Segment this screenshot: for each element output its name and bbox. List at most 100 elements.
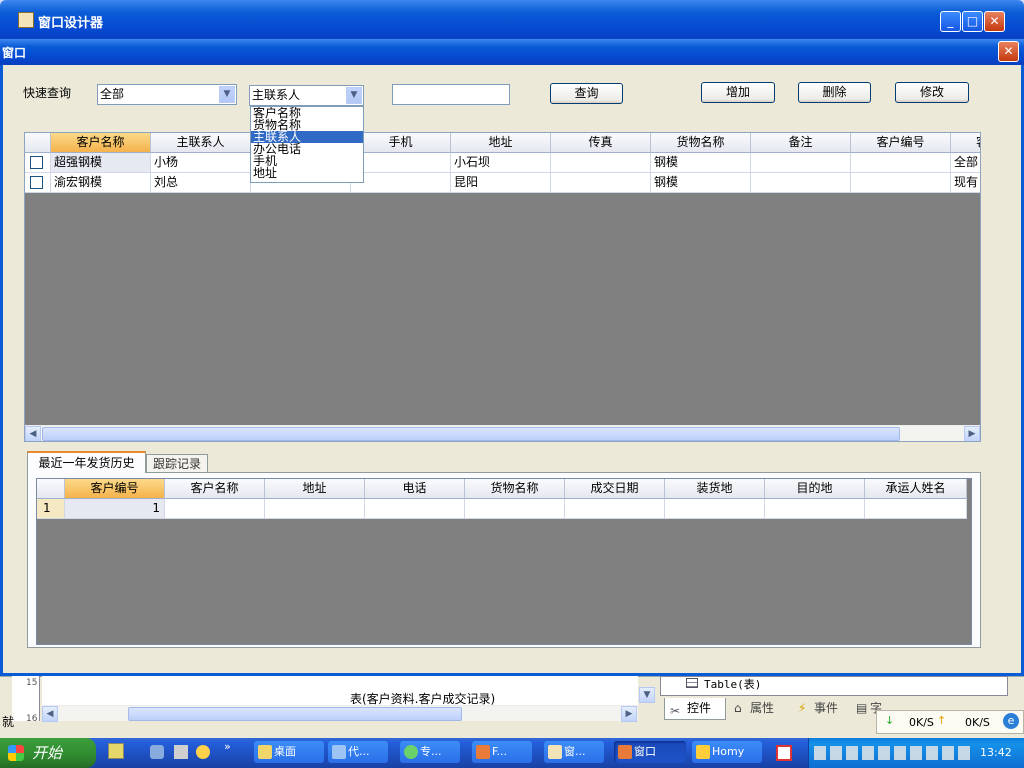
table-cell[interactable]: [665, 499, 765, 519]
table-cell[interactable]: 1: [65, 499, 165, 519]
scroll-right-button[interactable]: ▶: [964, 426, 980, 441]
table-cell[interactable]: [751, 153, 851, 173]
taskbar-item[interactable]: 窗...: [544, 741, 604, 763]
table-cell[interactable]: [265, 499, 365, 519]
table-cell[interactable]: 全部: [951, 153, 980, 173]
horizontal-scrollbar[interactable]: ◀ ▶: [25, 425, 980, 441]
table-cell[interactable]: [351, 173, 451, 193]
quicklaunch-icon[interactable]: [150, 745, 164, 759]
column-header[interactable]: 装货地: [665, 479, 765, 499]
delete-button[interactable]: 删除: [798, 82, 871, 103]
tab-tracking-records[interactable]: 跟踪记录: [146, 454, 208, 473]
column-header[interactable]: 手机: [351, 133, 451, 153]
quicklaunch-icon[interactable]: [108, 743, 124, 759]
dialog-close-button[interactable]: ✕: [998, 41, 1019, 62]
column-header[interactable]: 地址: [265, 479, 365, 499]
table-cell[interactable]: 刘总: [151, 173, 251, 193]
tab-properties[interactable]: ⌂ 属性: [730, 698, 790, 720]
canvas-scroll-down[interactable]: ▼: [639, 687, 655, 703]
tab-controls[interactable]: ✂ 控件: [664, 698, 726, 720]
table-cell[interactable]: [565, 499, 665, 519]
search-input[interactable]: [392, 84, 510, 105]
main-grid[interactable]: 客户名称 主联系人 手机 地址 传真 货物名称 备注 客户编号 客 超强钢模 小…: [24, 132, 981, 442]
column-header[interactable]: 备注: [751, 133, 851, 153]
scroll-left-button[interactable]: ◀: [42, 706, 58, 722]
scope-select[interactable]: 全部 ▼: [97, 84, 237, 105]
column-header[interactable]: 目的地: [765, 479, 865, 499]
field-dropdown-list[interactable]: 客户名称 货物名称 主联系人 办公电话 手机 地址: [250, 106, 364, 183]
field-select[interactable]: 主联系人 ▼: [249, 85, 364, 106]
select-all-corner[interactable]: [37, 479, 65, 499]
table-cell[interactable]: [365, 499, 465, 519]
column-header[interactable]: 客户名称: [51, 133, 151, 153]
taskbar-item[interactable]: 代...: [328, 741, 388, 763]
table-cell[interactable]: [165, 499, 265, 519]
column-header[interactable]: 成交日期: [565, 479, 665, 499]
add-button[interactable]: 增加: [701, 82, 775, 103]
tree-item-table[interactable]: Table(表): [704, 676, 761, 692]
query-button[interactable]: 查询: [550, 83, 623, 104]
table-cell[interactable]: [351, 153, 451, 173]
row-number[interactable]: 1: [37, 499, 65, 519]
table-cell[interactable]: 渝宏钢模: [51, 173, 151, 193]
taskbar-item[interactable]: F...: [472, 741, 532, 763]
row-checkbox-cell[interactable]: [25, 153, 51, 173]
canvas-hscrollbar[interactable]: ◀ ▶: [42, 705, 638, 722]
row-checkbox-cell[interactable]: [25, 173, 51, 193]
column-header[interactable]: 地址: [451, 133, 551, 153]
scroll-left-button[interactable]: ◀: [25, 426, 41, 441]
column-header[interactable]: 传真: [551, 133, 651, 153]
row-checkbox[interactable]: [30, 176, 43, 189]
table-cell[interactable]: 现有: [951, 173, 980, 193]
table-cell[interactable]: [465, 499, 565, 519]
chevron-down-icon[interactable]: ▼: [219, 86, 235, 103]
taskbar-item[interactable]: 专...: [400, 741, 460, 763]
dropdown-option[interactable]: 地址: [251, 167, 363, 179]
column-header[interactable]: 客户编号: [851, 133, 951, 153]
scroll-thumb[interactable]: [128, 707, 462, 721]
column-header[interactable]: 客: [951, 133, 980, 153]
table-cell[interactable]: [851, 173, 951, 193]
taskbar-item[interactable]: 桌面: [254, 741, 324, 763]
select-all-corner[interactable]: [25, 133, 51, 153]
column-header[interactable]: 客户名称: [165, 479, 265, 499]
chevron-down-icon[interactable]: ▼: [346, 87, 362, 104]
scroll-right-button[interactable]: ▶: [621, 706, 637, 722]
quicklaunch-icon[interactable]: [174, 745, 188, 759]
outer-close-button[interactable]: ✕: [984, 11, 1005, 32]
taskbar-item-active[interactable]: 窗口: [614, 741, 686, 763]
column-header[interactable]: 货物名称: [651, 133, 751, 153]
edit-button[interactable]: 修改: [895, 82, 969, 103]
scroll-thumb[interactable]: [42, 427, 900, 441]
history-grid[interactable]: 客户编号 客户名称 地址 电话 货物名称 成交日期 装货地 目的地 承运人姓名 …: [36, 478, 972, 645]
table-cell[interactable]: [751, 173, 851, 193]
table-cell[interactable]: [765, 499, 865, 519]
table-cell[interactable]: 钢模: [651, 153, 751, 173]
tray-icons[interactable]: [814, 746, 974, 760]
tab-shipment-history[interactable]: 最近一年发货历史: [27, 451, 146, 473]
start-button[interactable]: 开始: [0, 738, 96, 768]
table-cell[interactable]: [551, 153, 651, 173]
column-header[interactable]: 主联系人: [151, 133, 251, 153]
column-header[interactable]: 货物名称: [465, 479, 565, 499]
quicklaunch-icon[interactable]: [196, 745, 210, 759]
taskbar-app-icon[interactable]: [776, 745, 792, 761]
table-cell[interactable]: [851, 153, 951, 173]
minimize-button[interactable]: _: [940, 11, 961, 32]
maximize-button[interactable]: □: [962, 11, 983, 32]
column-header[interactable]: 电话: [365, 479, 465, 499]
table-cell[interactable]: 超强钢模: [51, 153, 151, 173]
table-cell[interactable]: 昆阳: [451, 173, 551, 193]
tab-panel: 客户编号 客户名称 地址 电话 货物名称 成交日期 装货地 目的地 承运人姓名 …: [27, 472, 981, 648]
column-header[interactable]: 客户编号: [65, 479, 165, 499]
taskbar-item[interactable]: Homy: [692, 741, 762, 763]
table-cell[interactable]: 小石坝: [451, 153, 551, 173]
tab-events[interactable]: ⚡ 事件: [794, 698, 852, 720]
quicklaunch-more-icon[interactable]: »: [224, 740, 231, 753]
column-header[interactable]: 承运人姓名: [865, 479, 967, 499]
table-cell[interactable]: [551, 173, 651, 193]
table-cell[interactable]: 钢模: [651, 173, 751, 193]
table-cell[interactable]: [865, 499, 967, 519]
table-cell[interactable]: 小杨: [151, 153, 251, 173]
row-checkbox[interactable]: [30, 156, 43, 169]
